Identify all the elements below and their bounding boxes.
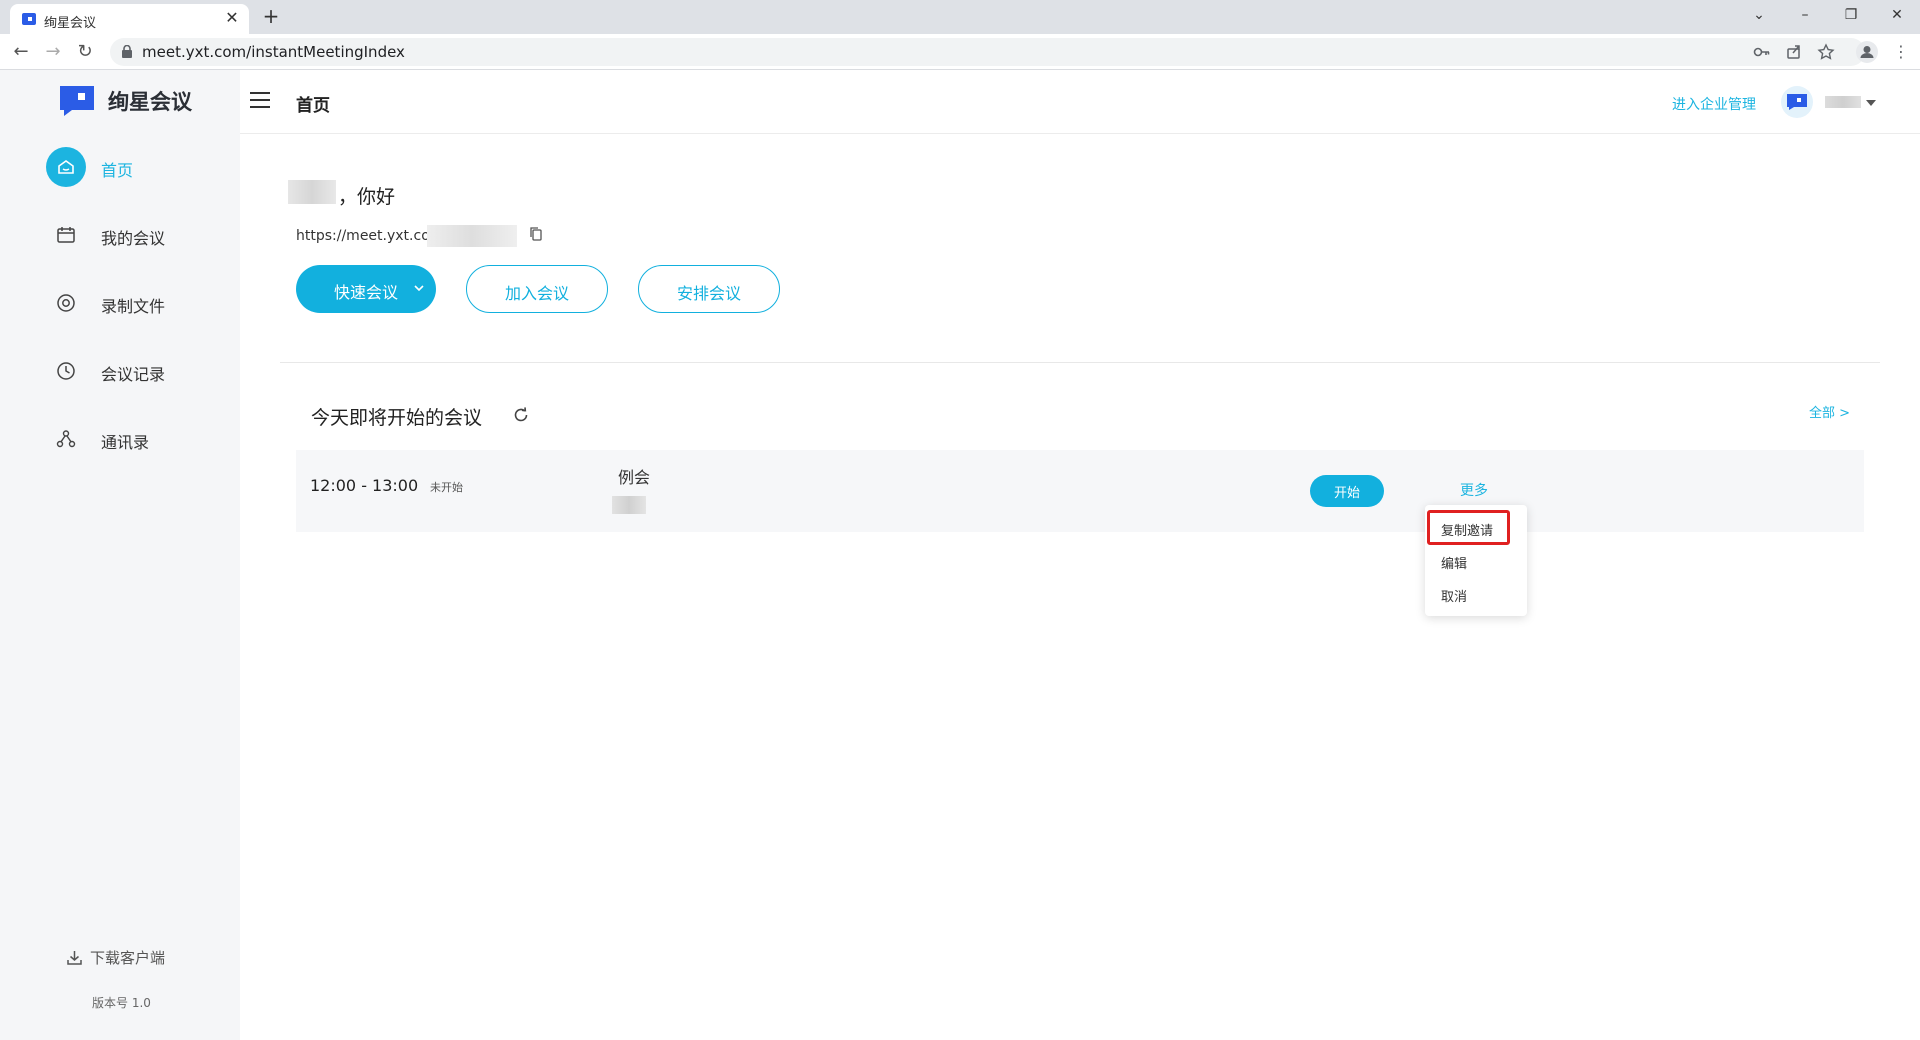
logo-icon — [60, 86, 94, 116]
schedule-meeting-label: 安排会议 — [676, 284, 741, 303]
browser-tab[interactable]: 绚星会议 ✕ — [10, 4, 249, 34]
meeting-link-id-redacted — [427, 225, 517, 247]
key-icon[interactable] — [1752, 42, 1772, 62]
sidebar-item-label: 通讯录 — [101, 433, 150, 452]
home-icon — [46, 147, 86, 187]
today-meetings-title: 今天即将开始的会议 — [311, 407, 483, 429]
quick-meeting-label: 快速会议 — [334, 283, 399, 302]
sidebar-item-home[interactable]: 首页 — [46, 147, 226, 187]
avatar-logo-icon — [1787, 94, 1807, 110]
contacts-icon — [46, 419, 86, 459]
sidebar-item-label: 我的会议 — [101, 229, 166, 248]
address-bar[interactable]: meet.yxt.com/instantMeetingIndex — [110, 38, 1865, 66]
bookmark-star-icon[interactable] — [1816, 42, 1836, 62]
share-icon[interactable] — [1784, 42, 1804, 62]
user-name-redacted[interactable] — [1825, 96, 1861, 108]
record-icon — [46, 283, 86, 323]
menu-toggle-icon[interactable] — [250, 92, 270, 108]
schedule-meeting-button[interactable]: 安排会议 — [638, 265, 780, 313]
sidebar-item-meeting-records[interactable]: 会议记录 — [46, 351, 226, 391]
browser-tabstrip: 绚星会议 ✕ + ⌄ – ❐ ✕ — [0, 0, 1920, 34]
personal-meeting-link: https://meet.yxt.com/ — [296, 228, 449, 244]
main-header: 首页 进入企业管理 — [240, 70, 1920, 134]
calendar-icon — [46, 215, 86, 255]
avatar[interactable] — [1781, 86, 1813, 118]
refresh-icon[interactable] — [512, 406, 530, 424]
section-divider — [280, 362, 1880, 363]
url-text: meet.yxt.com/instantMeetingIndex — [142, 43, 405, 61]
join-meeting-button[interactable]: 加入会议 — [466, 265, 608, 313]
sidebar-item-label: 录制文件 — [101, 297, 166, 316]
tab-close-icon[interactable]: ✕ — [223, 9, 241, 27]
sidebar-item-my-meetings[interactable]: 我的会议 — [46, 215, 226, 255]
join-meeting-label: 加入会议 — [504, 284, 569, 303]
back-arrow-icon[interactable]: ← — [8, 39, 34, 65]
clock-icon — [46, 351, 86, 391]
restore-icon[interactable]: ❐ — [1838, 4, 1864, 26]
meeting-status: 未开始 — [430, 481, 463, 494]
greeting-text: ，你好 — [338, 186, 396, 208]
forward-arrow-icon[interactable]: → — [40, 39, 66, 65]
browser-menu-icon[interactable]: ⋮ — [1893, 41, 1909, 63]
meeting-host-redacted — [612, 496, 646, 514]
sidebar-item-contacts[interactable]: 通讯录 — [46, 419, 226, 459]
user-menu-caret-icon[interactable] — [1866, 100, 1876, 106]
download-client-label: 下载客户端 — [90, 949, 166, 967]
browser-toolbar: ← → ↻ meet.yxt.com/instantMeetingIndex ⋮ — [0, 34, 1920, 70]
version-text: 版本号 1.0 — [92, 996, 151, 1010]
table-row[interactable]: 12:00 - 13:00 未开始 例会 开始 更多 — [296, 450, 1864, 532]
download-icon — [67, 951, 82, 965]
menu-item-cancel[interactable]: 取消 — [1441, 586, 1467, 605]
start-meeting-button[interactable]: 开始 — [1310, 475, 1384, 507]
minimize-icon[interactable]: – — [1792, 4, 1818, 26]
page-title: 首页 — [296, 96, 330, 116]
app-favicon-icon — [22, 13, 36, 25]
download-client-link[interactable]: 下载客户端 — [66, 947, 165, 968]
copy-icon[interactable] — [529, 226, 543, 242]
enterprise-admin-link[interactable]: 进入企业管理 — [1672, 94, 1756, 114]
sidebar-item-label: 首页 — [101, 161, 134, 180]
logo-text: 绚星会议 — [108, 90, 192, 114]
sidebar-item-label: 会议记录 — [101, 365, 166, 384]
close-window-icon[interactable]: ✕ — [1884, 4, 1910, 26]
meeting-time: 12:00 - 13:00 — [310, 476, 419, 495]
user-name-redacted — [288, 180, 336, 204]
menu-item-edit[interactable]: 编辑 — [1441, 553, 1467, 572]
tab-search-icon[interactable]: ⌄ — [1746, 4, 1772, 26]
highlight-box — [1427, 510, 1510, 545]
view-all-link[interactable]: 全部 > — [1809, 402, 1850, 421]
new-tab-button[interactable]: + — [260, 6, 282, 28]
chevron-down-icon[interactable] — [412, 281, 426, 295]
more-options-link[interactable]: 更多 — [1460, 480, 1488, 500]
quick-meeting-button[interactable]: 快速会议 — [296, 265, 436, 313]
profile-icon[interactable] — [1855, 40, 1879, 64]
sidebar: 绚星会议 首页 我的会议 录制文件 会议记录 通讯录 下载客户端 版本号 1.0 — [0, 70, 240, 1040]
lock-icon — [122, 45, 132, 58]
reload-icon[interactable]: ↻ — [72, 39, 98, 65]
meeting-name: 例会 — [618, 468, 651, 487]
tab-title: 绚星会议 — [44, 16, 97, 31]
sidebar-item-recordings[interactable]: 录制文件 — [46, 283, 226, 323]
start-meeting-label: 开始 — [1333, 486, 1360, 501]
